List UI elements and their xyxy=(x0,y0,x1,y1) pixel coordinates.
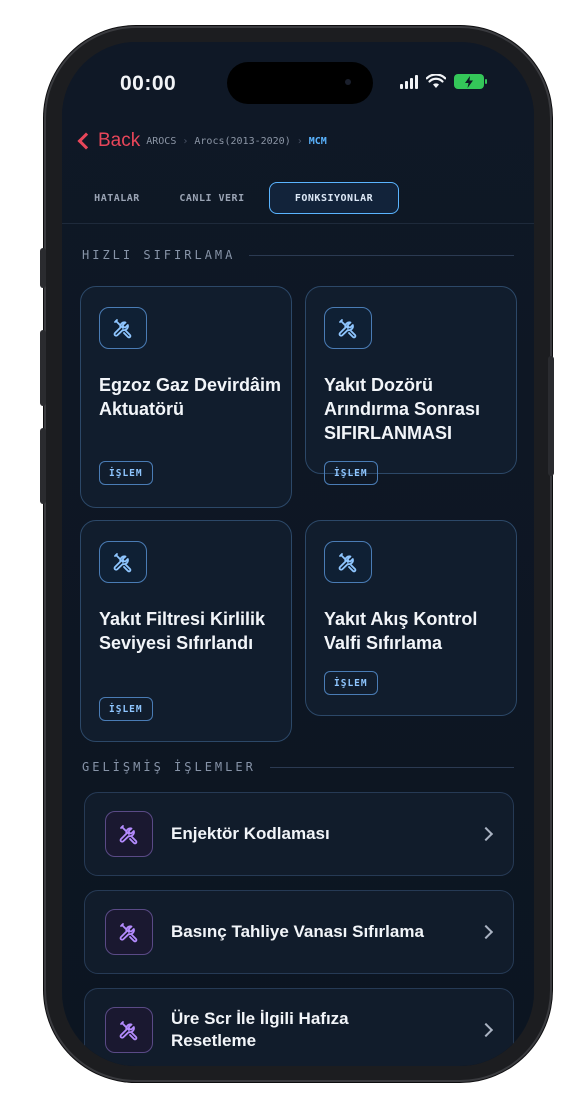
action-badge: İŞLEM xyxy=(324,671,378,695)
status-time: 00:00 xyxy=(120,72,177,95)
breadcrumb-item-model[interactable]: Arocs(2013-2020) xyxy=(194,136,290,147)
card-title: Egzoz Gaz Devirdâim Aktuatörü xyxy=(99,375,282,419)
back-label: Back xyxy=(98,130,141,151)
chevron-right-icon xyxy=(478,924,494,940)
tools-icon xyxy=(324,541,372,583)
function-card-fuel-doser-reset[interactable]: Yakıt Dozörü Arındırma Sonrası SIFIRLANM… xyxy=(305,286,517,485)
tools-icon xyxy=(324,307,372,349)
list-item-pressure-relief-valve-reset[interactable]: Basınç Tahliye Vanası Sıfırlama xyxy=(84,890,514,974)
breadcrumb-item-module: MCM xyxy=(308,135,327,147)
tools-icon xyxy=(105,811,153,857)
cellular-signal-icon xyxy=(400,74,418,89)
chevron-right-icon xyxy=(478,826,494,842)
breadcrumb-item-make[interactable]: AROCS xyxy=(146,136,176,147)
card-title: Yakıt Akış Kontrol Valfi Sıfırlama xyxy=(324,609,478,653)
battery-charging-icon xyxy=(454,74,487,89)
function-card-fuel-flow-valve-reset[interactable]: Yakıt Akış Kontrol Valfi Sıfırlama İŞLEM xyxy=(305,520,517,716)
section-heading-advanced: GELİŞMİŞ İŞLEMLER xyxy=(82,760,514,774)
wifi-icon xyxy=(426,74,446,88)
tools-icon xyxy=(105,1007,153,1053)
chevron-left-icon xyxy=(77,132,95,150)
breadcrumb-separator-icon: › xyxy=(182,135,189,147)
action-badge: İŞLEM xyxy=(99,697,153,721)
back-button[interactable]: Back xyxy=(76,130,140,152)
dynamic-island xyxy=(227,62,373,104)
list-item-urea-scr-memory-reset[interactable]: Üre Scr İle İlgili Hafıza Resetleme xyxy=(84,988,514,1066)
tools-icon xyxy=(99,307,147,349)
side-button-volume-down xyxy=(40,428,46,504)
list-item-injector-coding[interactable]: Enjektör Kodlaması xyxy=(84,792,514,876)
chevron-right-icon xyxy=(478,1022,494,1038)
breadcrumb-separator-icon: › xyxy=(296,135,303,147)
action-badge: İŞLEM xyxy=(99,461,153,485)
function-card-fuel-filter-reset[interactable]: Yakıt Filtresi Kirlilik Seviyesi Sıfırla… xyxy=(80,520,292,742)
tab-canli-veri[interactable]: CANLI VERI xyxy=(172,182,252,214)
section-heading-quick-reset: HIZLI SIFIRLAMA xyxy=(82,248,514,262)
list-item-label: Üre Scr İle İlgili Hafıza Resetleme xyxy=(171,1009,349,1050)
side-button-power xyxy=(548,356,554,476)
function-card-egr-actuator[interactable]: Egzoz Gaz Devirdâim Aktuatörü İŞLEM xyxy=(80,286,292,508)
side-button-volume-up xyxy=(40,330,46,406)
status-icons xyxy=(400,74,487,89)
app-screen: 00:00 Back AROCS › Arocs(2013-2020) › MC… xyxy=(62,42,534,1066)
side-button-action xyxy=(40,248,46,288)
card-title: Yakıt Dozörü Arındırma Sonrası SIFIRLANM… xyxy=(324,375,481,443)
tools-icon xyxy=(99,541,147,583)
list-item-label: Basınç Tahliye Vanası Sıfırlama xyxy=(171,922,424,941)
tools-icon xyxy=(105,909,153,955)
list-item-label: Enjektör Kodlaması xyxy=(171,824,330,843)
breadcrumb: Back AROCS › Arocs(2013-2020) › MCM xyxy=(76,130,327,152)
tab-hatalar[interactable]: HATALAR xyxy=(84,182,150,214)
tab-bar: HATALAR CANLI VERI FONKSIYONLAR xyxy=(62,176,534,224)
card-title: Yakıt Filtresi Kirlilik Seviyesi Sıfırla… xyxy=(99,609,266,653)
tab-fonksiyonlar[interactable]: FONKSIYONLAR xyxy=(269,182,399,214)
action-badge: İŞLEM xyxy=(324,461,378,485)
